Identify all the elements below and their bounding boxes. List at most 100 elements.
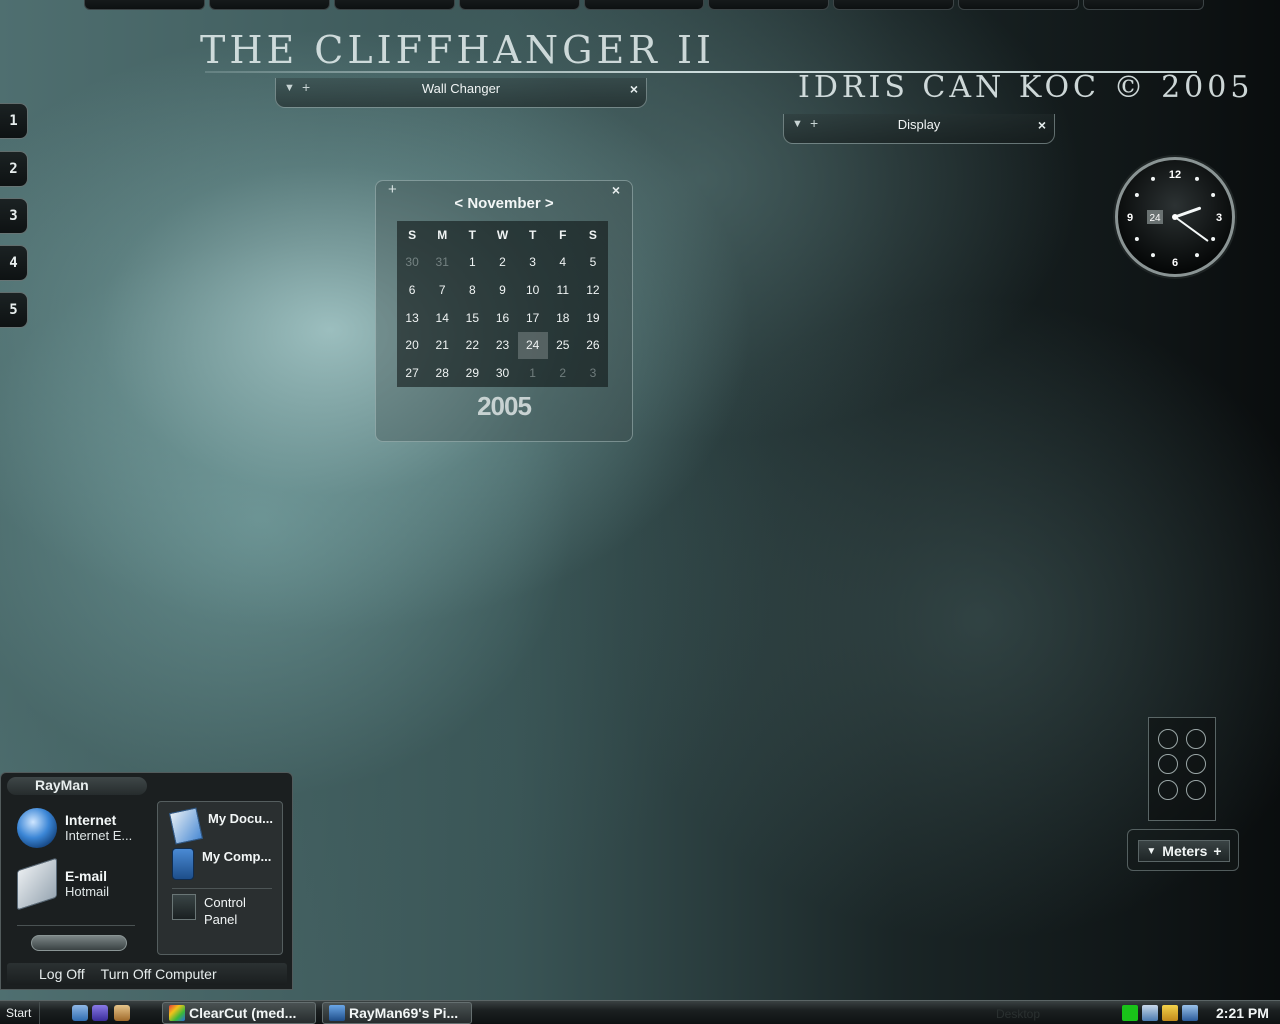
meter-icon[interactable] [1122,1005,1138,1021]
grid-cell[interactable] [1186,780,1206,800]
calendar-day[interactable]: 2 [487,249,517,277]
calendar-day[interactable]: 18 [548,304,578,332]
top-bar-slot[interactable] [458,0,580,10]
plus-icon[interactable]: + [1213,843,1221,859]
top-bar-slot[interactable] [833,0,955,10]
calendar-day[interactable]: 22 [457,332,487,360]
calendar-day[interactable]: 20 [397,332,427,360]
weekday-header: T [528,227,537,242]
calendar-day[interactable]: 29 [457,359,487,387]
calendar-day[interactable]: 15 [457,304,487,332]
top-bar-slot[interactable] [708,0,830,10]
taskbar: Start ClearCut (med... RayMan69's Pi... … [0,1000,1280,1024]
calendar-day[interactable]: 10 [518,276,548,304]
network-icon[interactable] [1142,1005,1158,1021]
calendar-day[interactable]: 30 [397,249,427,277]
clock-tick [1211,193,1216,197]
calendar-grid: S M T W T F S 30 31 1 2 3 4 5 6 7 8 9 10 11 12 13 14 15 16 17 18 19… [397,221,608,387]
start-menu-item-my-computer[interactable]: My Comp... [172,848,272,880]
close-icon[interactable]: × [1038,117,1046,133]
clock-tick [1211,237,1216,241]
taskbar-button-clearcut[interactable]: ClearCut (med... [162,1002,316,1024]
calendar-day[interactable]: 11 [548,276,578,304]
start-menu-item-my-documents[interactable]: My Docu... [168,807,278,845]
weekday-header: S [408,227,417,242]
calendar-day[interactable]: 23 [487,332,517,360]
grid-cell[interactable] [1186,754,1206,774]
clock-time[interactable]: 2:21 PM [1216,1005,1269,1021]
item-subtitle: Internet E... [65,828,133,843]
top-bar-slot[interactable] [1083,0,1205,10]
calendar-day[interactable]: 5 [578,249,608,277]
calendar-day[interactable]: 16 [487,304,517,332]
power-icon[interactable] [1162,1005,1178,1021]
top-bar-slot[interactable] [958,0,1080,10]
calendar-day[interactable]: 4 [548,249,578,277]
item-label: My Docu... [208,811,274,826]
clock-numeral: 9 [1127,212,1133,224]
start-button[interactable]: Start [0,1002,40,1024]
internet-explorer-icon [17,808,57,848]
info-icon[interactable] [1182,1005,1198,1021]
virtual-desktop-4[interactable]: 4 [0,245,28,281]
calendar-day[interactable]: 14 [427,304,457,332]
grid-cell[interactable] [1186,729,1206,749]
calendar-day[interactable]: 31 [427,249,457,277]
calendar-day[interactable]: 12 [578,276,608,304]
item-label: My Comp... [202,849,272,864]
calendar-day[interactable]: 26 [578,332,608,360]
taskbar-button-rayman[interactable]: RayMan69's Pi... [322,1002,472,1024]
start-menu-item-control-panel[interactable]: Control Panel [172,894,274,928]
calendar-day[interactable]: 17 [518,304,548,332]
start-menu-item-internet[interactable]: Internet Internet E... [17,805,132,851]
clock-tick [1151,253,1155,258]
display-label: Display [897,117,941,132]
grid-cell[interactable] [1158,754,1178,774]
analog-clock: 12 3 6 9 24 [1115,157,1235,277]
calendar-day[interactable]: 1 [518,359,548,387]
turn-off-button[interactable]: Turn Off Computer [101,966,217,982]
calendar-day[interactable]: 3 [518,249,548,277]
calendar-day[interactable]: 2 [548,359,578,387]
grid-cell[interactable] [1158,729,1178,749]
virtual-desktop-3[interactable]: 3 [0,198,28,234]
calendar-day[interactable]: 25 [548,332,578,360]
display-widget[interactable]: ▼ + Display × [783,114,1055,144]
desktop-toolbar[interactable]: Desktop [996,1007,1040,1021]
calendar-day-today[interactable]: 24 [517,331,548,360]
top-bar-slot[interactable] [84,0,205,10]
top-bar-slot[interactable] [208,0,330,10]
item-title: E-mail [65,868,108,884]
clock-numeral: 12 [1169,169,1181,181]
calendar-day[interactable]: 27 [397,359,427,387]
clock-face: 12 3 6 9 24 [1127,169,1222,269]
calendar-day[interactable]: 9 [487,276,517,304]
grid-cell[interactable] [1158,780,1178,800]
calendar-month[interactable]: < November > [376,195,632,212]
top-bar-slot[interactable] [333,0,455,10]
calendar-day[interactable]: 6 [397,276,427,304]
wall-changer-widget[interactable]: ▼ + Wall Changer × [275,78,647,108]
start-menu-item-email[interactable]: E-mail Hotmail [17,857,109,911]
network-icon[interactable] [72,1005,88,1021]
calendar-day[interactable]: 13 [397,304,427,332]
meters-button[interactable]: ▼ Meters + [1138,840,1230,862]
calendar-day[interactable]: 28 [427,359,457,387]
log-off-button[interactable]: Log Off [39,966,85,982]
virtual-desktop-5[interactable]: 5 [0,292,28,328]
calendar-year: 2005 [477,391,532,421]
calendar-day[interactable]: 1 [457,249,487,277]
close-icon[interactable]: × [630,81,638,97]
calendar-day[interactable]: 19 [578,304,608,332]
virtual-desktop-1[interactable]: 1 [0,103,28,139]
calendar-day[interactable]: 3 [578,359,608,387]
character-icon[interactable] [114,1005,130,1021]
calendar-day[interactable]: 8 [457,276,487,304]
virtual-desktop-2[interactable]: 2 [0,151,28,187]
app-icon[interactable] [92,1005,108,1021]
calendar-day[interactable]: 21 [427,332,457,360]
calendar-day[interactable]: 7 [427,276,457,304]
calendar-day[interactable]: 30 [487,359,517,387]
all-programs-button[interactable] [31,935,127,951]
top-bar-slot[interactable] [583,0,705,10]
